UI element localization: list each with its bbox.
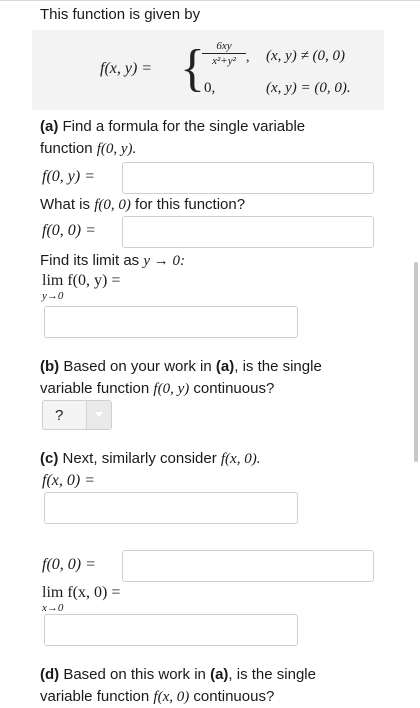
f00-label-c: f(0, 0) = xyxy=(42,556,96,573)
f0y-label: f(0, y) = xyxy=(42,168,95,185)
limit-subscript-c: x→0 xyxy=(42,602,64,614)
top-divider xyxy=(0,0,420,1)
limit-fx0-input[interactable] xyxy=(44,614,298,646)
part-b-prompt: (b) Based on your work in (a), is the si… xyxy=(40,358,322,397)
fraction-comma: , xyxy=(246,50,250,65)
continuity-select-b[interactable]: ? xyxy=(42,400,112,430)
fx0-label: f(x, 0) = xyxy=(42,472,95,489)
function-definition: f(x, y) = { 6xy x²+y² , 0, (x, y) ≠ (0, … xyxy=(32,30,384,110)
function-lhs: f(x, y) = xyxy=(100,60,153,77)
f00-input-c[interactable] xyxy=(122,550,374,582)
limit-subscript: y→0 xyxy=(42,290,64,302)
condition-zero: (x, y) = (0, 0). xyxy=(266,80,351,96)
limit-fx0: lim f(x, 0) = x→0 xyxy=(42,584,121,614)
f00-label-a: f(0, 0) = xyxy=(42,222,96,239)
part-d-prompt: (d) Based on this work in (a), is the si… xyxy=(40,666,316,705)
f00-question: What is f(0, 0) for this function? xyxy=(40,196,246,213)
fx0-input[interactable] xyxy=(44,492,298,524)
limit-f0y: lim f(0, y) = y→0 xyxy=(42,272,121,302)
fraction-denominator: x²+y² xyxy=(212,55,236,67)
select-value: ? xyxy=(55,407,64,424)
scrollbar[interactable] xyxy=(414,262,418,462)
part-c-prompt: (c) Next, similarly consider f(x, 0). xyxy=(40,450,261,467)
part-a-tag: (a) xyxy=(40,118,59,135)
f00-input-a[interactable] xyxy=(122,216,374,248)
limit-f0y-input[interactable] xyxy=(44,306,298,338)
f0y-input[interactable] xyxy=(122,162,374,194)
select-arrow-box[interactable] xyxy=(86,401,111,429)
limit-prompt: Find its limit as y → 0: xyxy=(40,252,186,269)
condition-nonzero: (x, y) ≠ (0, 0) xyxy=(266,48,346,64)
zero-case: 0, xyxy=(204,80,216,96)
chevron-down-icon xyxy=(95,412,103,417)
intro-text: This function is given by xyxy=(40,6,201,23)
fraction: 6xy x²+y² xyxy=(202,40,246,67)
part-a-prompt: (a) Find a formula for the single variab… xyxy=(40,118,306,157)
fraction-numerator: 6xy xyxy=(202,40,246,54)
